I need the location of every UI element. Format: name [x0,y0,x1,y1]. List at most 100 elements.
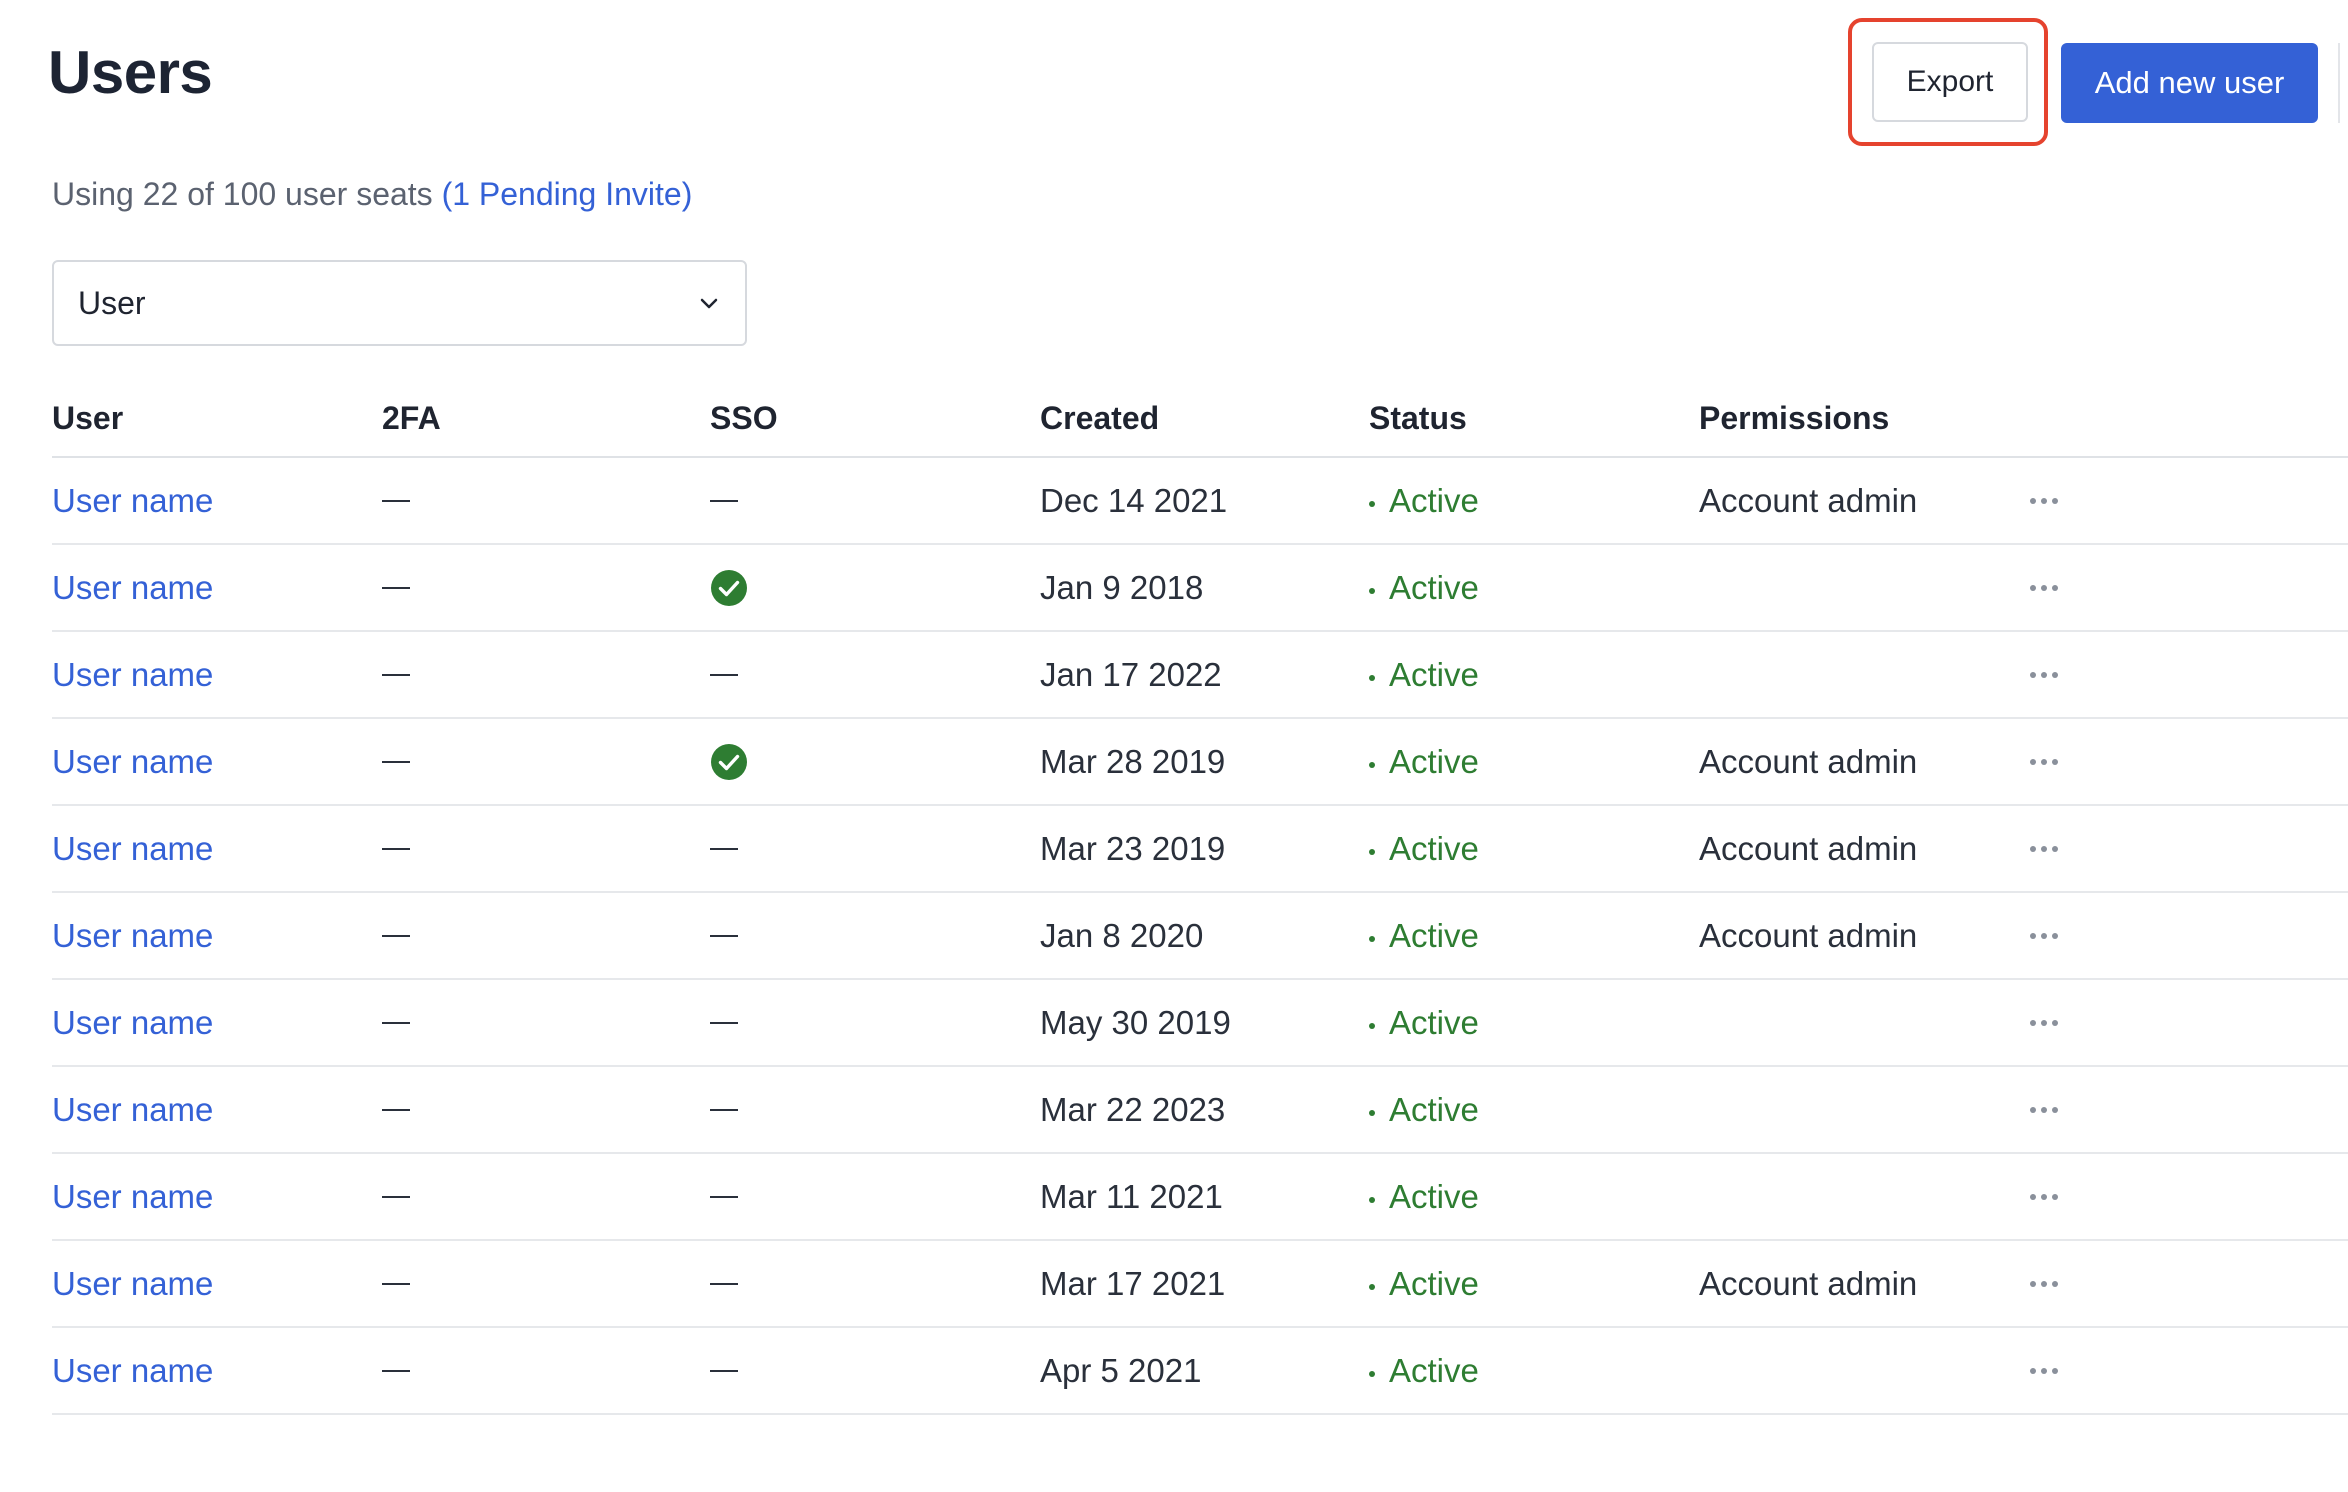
table-header: User 2FA SSO Created Status Permissions [52,390,2348,458]
status-cell: Active [1369,806,1479,891]
twofa-empty-dash [382,1108,410,1111]
sso-empty-dash [710,1282,738,1285]
sso-cell [710,1154,738,1239]
row-actions-button[interactable] [2030,632,2058,717]
row-actions-button[interactable] [2030,1067,2058,1152]
row-actions-button[interactable] [2030,980,2058,1065]
permissions-cell: Account admin [1699,742,1918,780]
status-dot-icon [1369,500,1375,507]
column-header-status[interactable]: Status [1369,400,1467,437]
row-actions-button[interactable] [2030,806,2058,891]
twofa-cell [382,1328,410,1413]
status-dot-icon [1369,1370,1375,1377]
user-name-link[interactable]: User name [52,545,213,630]
more-horizontal-icon [2030,1193,2058,1200]
status-cell: Active [1369,1067,1479,1152]
user-name-link[interactable]: User name [52,719,213,804]
status-text: Active [1389,481,1479,519]
user-name-link[interactable]: User name [52,1067,213,1152]
sso-cell [710,458,738,543]
status-dot-icon [1369,587,1375,594]
created-date: Mar 23 2019 [1040,829,1226,867]
twofa-cell [382,719,410,804]
sso-cell [710,719,748,804]
sso-empty-dash [710,934,738,937]
status-text: Active [1389,1264,1479,1302]
user-name-link[interactable]: User name [52,806,213,891]
row-actions-button[interactable] [2030,719,2058,804]
table-row: User name Dec 14 2021 Active Account admin [52,458,2348,545]
row-actions-button[interactable] [2030,458,2058,543]
status-cell: Active [1369,1154,1479,1239]
status-cell: Active [1369,1328,1479,1413]
column-header-sso[interactable]: SSO [710,400,778,437]
status-text: Active [1389,1003,1479,1041]
status-dot-icon [1369,1196,1375,1203]
more-horizontal-icon [2030,497,2058,504]
more-horizontal-icon [2030,932,2058,939]
twofa-empty-dash [382,1195,410,1198]
status-text: Active [1389,568,1479,606]
table-row: User name Mar 11 2021 Active [52,1154,2348,1241]
created-date: Mar 22 2023 [1040,1090,1226,1128]
user-name-link[interactable]: User name [52,632,213,717]
column-header-permissions[interactable]: Permissions [1699,400,1889,437]
export-button[interactable]: Export [1872,42,2028,122]
twofa-cell [382,1154,410,1239]
status-text: Active [1389,1177,1479,1215]
status-text: Active [1389,916,1479,954]
permissions-cell: Account admin [1699,1264,1918,1302]
status-text: Active [1389,829,1479,867]
table-row: User name Mar 28 2019 Active Account admin [52,719,2348,806]
more-horizontal-icon [2030,1367,2058,1374]
user-name-link[interactable]: User name [52,980,213,1065]
row-actions-button[interactable] [2030,545,2058,630]
twofa-empty-dash [382,847,410,850]
row-actions-button[interactable] [2030,1154,2058,1239]
twofa-cell [382,632,410,717]
user-name-link[interactable]: User name [52,1154,213,1239]
sso-cell [710,632,738,717]
twofa-empty-dash [382,1369,410,1372]
table-row: User name Jan 9 2018 Active [52,545,2348,632]
sso-cell [710,1241,738,1326]
status-cell: Active [1369,545,1479,630]
chevron-down-icon [700,298,718,309]
status-cell: Active [1369,719,1479,804]
status-dot-icon [1369,1022,1375,1029]
row-actions-button[interactable] [2030,893,2058,978]
row-actions-button[interactable] [2030,1241,2058,1326]
pending-invite-link[interactable]: (1 Pending Invite) [442,176,693,212]
twofa-empty-dash [382,586,410,589]
user-name-link[interactable]: User name [52,458,213,543]
status-dot-icon [1369,848,1375,855]
table-row: User name Jan 8 2020 Active Account admin [52,893,2348,980]
column-header-created[interactable]: Created [1040,400,1159,437]
status-cell: Active [1369,632,1479,717]
filter-value: User [78,284,146,321]
created-date: Dec 14 2021 [1040,481,1228,519]
more-horizontal-icon [2030,1106,2058,1113]
column-header-2fa[interactable]: 2FA [382,400,441,437]
created-date: Jan 17 2022 [1040,655,1222,693]
status-cell: Active [1369,980,1479,1065]
status-dot-icon [1369,935,1375,942]
user-name-link[interactable]: User name [52,1241,213,1326]
twofa-empty-dash [382,934,410,937]
user-name-link[interactable]: User name [52,893,213,978]
add-new-user-button[interactable]: Add new user [2061,43,2318,123]
user-filter-select[interactable]: User [52,260,747,346]
row-actions-button[interactable] [2030,1328,2058,1413]
created-date: Mar 17 2021 [1040,1264,1226,1302]
table-row: User name Jan 17 2022 Active [52,632,2348,719]
twofa-empty-dash [382,760,410,763]
column-header-user[interactable]: User [52,400,123,437]
sso-cell [710,1067,738,1152]
user-name-link[interactable]: User name [52,1328,213,1413]
twofa-cell [382,458,410,543]
status-dot-icon [1369,761,1375,768]
sso-cell [710,545,748,630]
status-text: Active [1389,1090,1479,1128]
twofa-empty-dash [382,1021,410,1024]
more-horizontal-icon [2030,845,2058,852]
